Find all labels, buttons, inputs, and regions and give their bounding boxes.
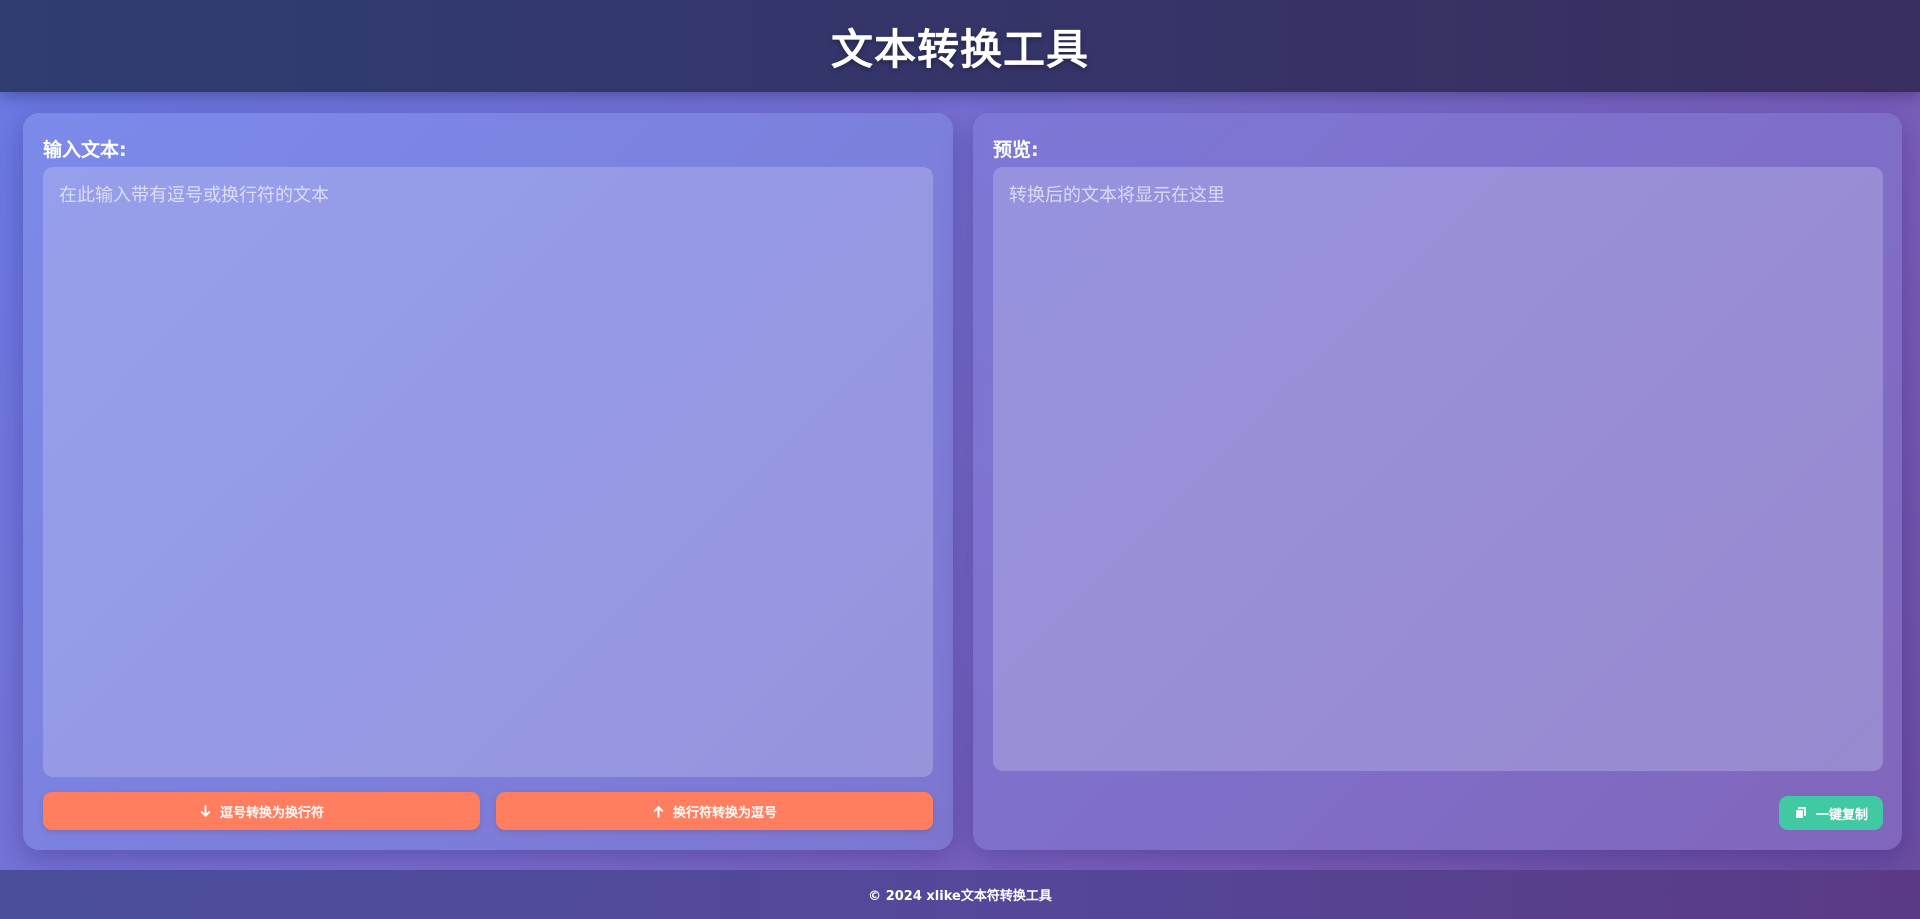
preview-textarea[interactable] [993,167,1883,771]
comma-to-newline-button[interactable]: 逗号转换为换行符 [43,792,480,830]
input-textarea[interactable] [43,167,933,777]
preview-label: 预览: [993,139,1039,161]
arrow-down-icon [200,804,211,817]
footer-text: © 2024 xlike文本符转换工具 [868,889,1052,904]
arrow-up-icon [653,805,664,818]
copy-button-label: 一键复制 [1815,807,1868,823]
newline-to-comma-label: 换行符转换为逗号 [672,805,777,821]
comma-to-newline-label: 逗号转换为换行符 [219,805,324,821]
copy-icon [1794,807,1806,820]
header: 文本转换工具 [0,0,1920,92]
input-label: 输入文本: [43,139,127,161]
footer: © 2024 xlike文本符转换工具 [0,870,1920,919]
input-panel: 输入文本: 逗号转换为换行符 换行符转换为逗号 [23,113,953,850]
page-title: 文本转换工具 [830,24,1089,74]
preview-panel: 预览: 一键复制 [973,113,1902,850]
copy-button[interactable]: 一键复制 [1779,796,1883,830]
newline-to-comma-button[interactable]: 换行符转换为逗号 [496,792,933,830]
